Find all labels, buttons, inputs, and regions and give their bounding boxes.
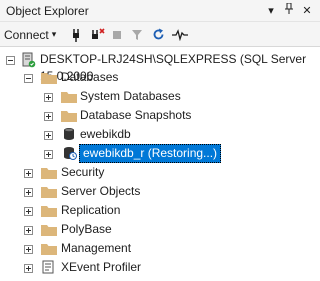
expand-toggle[interactable]	[44, 131, 53, 140]
folder-icon	[61, 91, 77, 103]
object-explorer-tree: DESKTOP-LRJ24SH\SQLEXPRESS (SQL Server 1…	[0, 47, 320, 281]
refresh-icon[interactable]	[151, 26, 165, 43]
object-explorer-toolbar: Connect ▾	[0, 22, 320, 47]
management-node[interactable]: Management	[61, 240, 131, 257]
replication-node[interactable]: Replication	[61, 202, 120, 219]
folder-icon	[41, 186, 57, 198]
filter-icon	[130, 26, 144, 43]
stop-icon	[110, 26, 124, 43]
folder-icon	[41, 167, 57, 179]
auto-hide-pin-icon[interactable]	[282, 2, 296, 19]
database-snapshots-node[interactable]: Database Snapshots	[80, 107, 191, 124]
database-icon	[63, 127, 75, 141]
connect-label: Connect	[4, 27, 49, 42]
folder-icon	[41, 205, 57, 217]
polybase-node[interactable]: PolyBase	[61, 221, 112, 238]
expand-toggle[interactable]	[24, 207, 33, 216]
connect-button[interactable]: Connect ▾	[4, 26, 56, 43]
expand-toggle[interactable]	[24, 226, 33, 235]
folder-icon	[41, 243, 57, 255]
chevron-down-icon: ▾	[51, 29, 57, 39]
databases-node[interactable]: Databases	[61, 69, 118, 86]
xevent-profiler-node[interactable]: XEvent Profiler	[61, 259, 141, 276]
ewebikdb-restoring-node[interactable]: ewebikdb_r (Restoring...)	[79, 144, 222, 163]
panel-title-bar: Object Explorer ▾ ✕	[0, 0, 320, 22]
collapse-toggle[interactable]	[24, 74, 33, 83]
activity-monitor-icon[interactable]	[172, 26, 188, 43]
disconnect-icon[interactable]	[88, 26, 106, 43]
xevent-profiler-icon	[42, 260, 55, 275]
expand-toggle[interactable]	[44, 112, 53, 121]
system-databases-node[interactable]: System Databases	[80, 88, 181, 105]
ewebikdb-node[interactable]: ewebikdb	[80, 126, 131, 143]
expand-toggle[interactable]	[24, 169, 33, 178]
panel-title: Object Explorer	[6, 4, 89, 18]
expand-toggle[interactable]	[24, 245, 33, 254]
expand-toggle[interactable]	[24, 264, 33, 273]
close-icon[interactable]: ✕	[300, 3, 314, 19]
folder-icon	[41, 72, 57, 84]
expand-toggle[interactable]	[24, 188, 33, 197]
security-node[interactable]: Security	[61, 164, 104, 181]
expand-toggle[interactable]	[44, 93, 53, 102]
folder-icon	[61, 110, 77, 122]
window-position-dropdown-icon[interactable]: ▾	[264, 3, 278, 19]
server-objects-node[interactable]: Server Objects	[61, 183, 140, 200]
collapse-toggle[interactable]	[6, 56, 15, 65]
expand-toggle[interactable]	[44, 150, 53, 159]
connect-plug-icon[interactable]	[68, 26, 84, 43]
database-restoring-icon	[63, 146, 77, 160]
server-icon	[22, 52, 36, 68]
folder-icon	[41, 224, 57, 236]
